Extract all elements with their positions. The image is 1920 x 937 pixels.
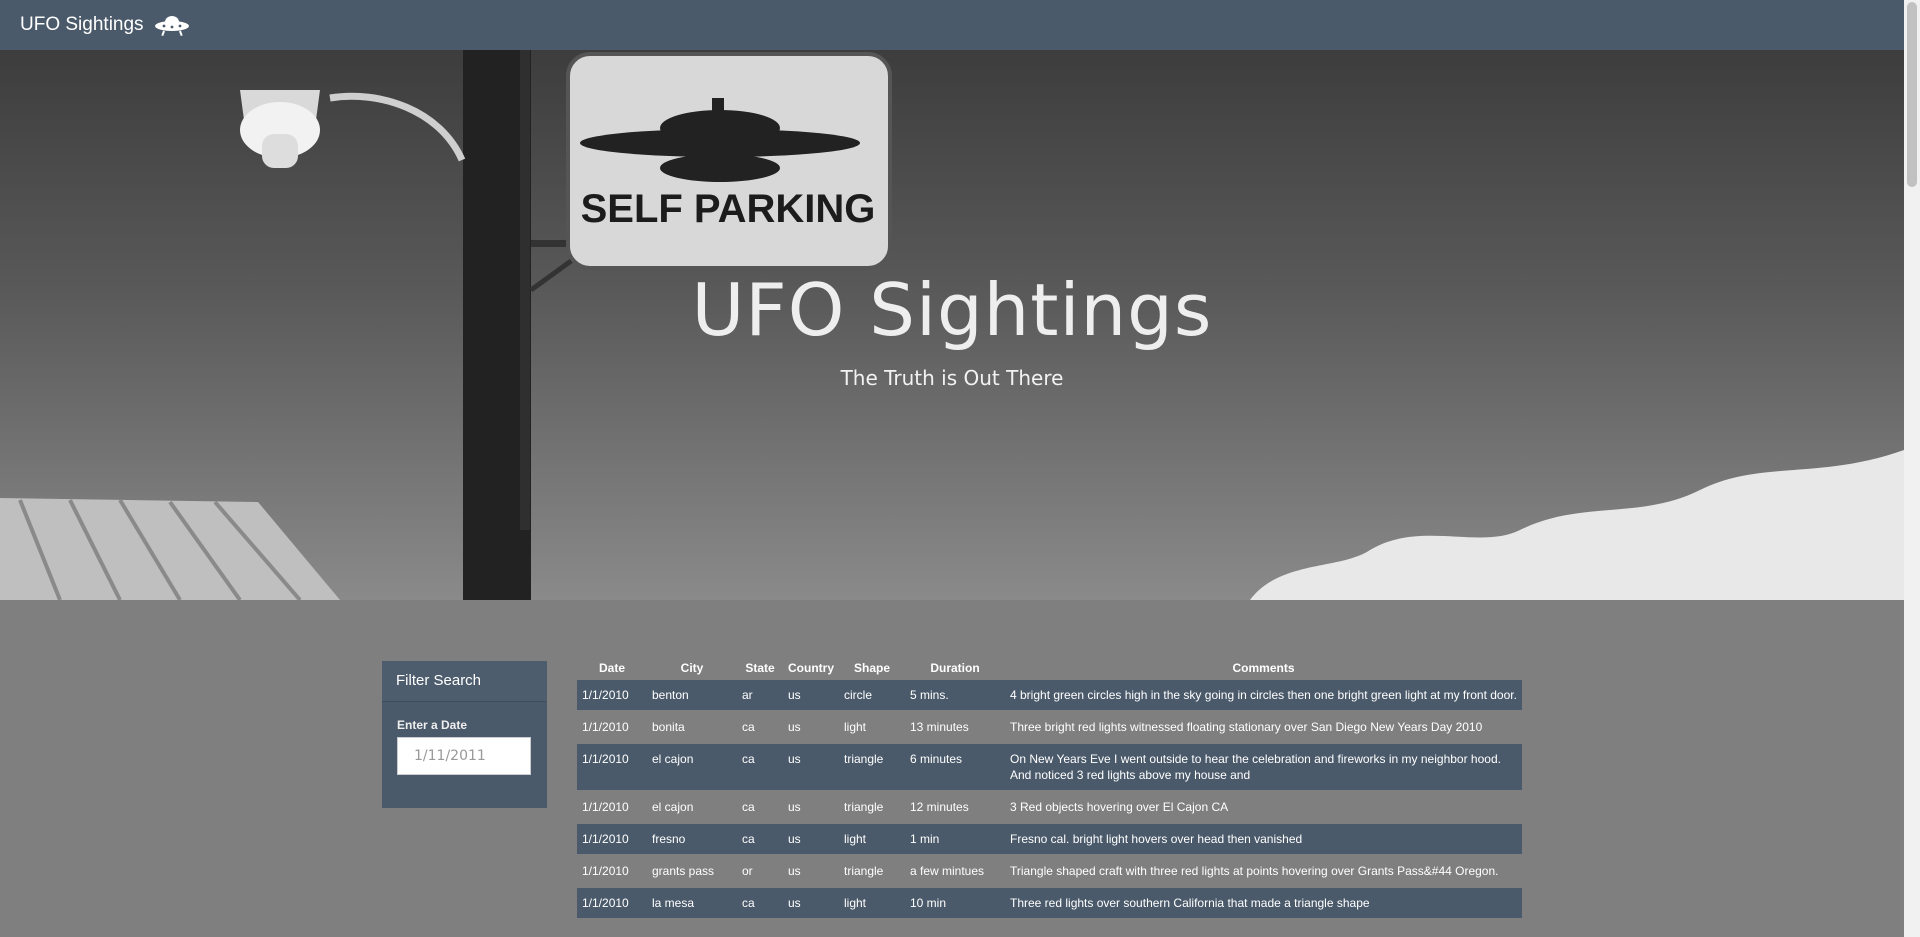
cell-comments: Fresno cal. bright light hovers over hea… (1010, 832, 1303, 846)
cell-comments: On New Years Eve I went outside to hear … (1010, 752, 1501, 782)
hero-title: UFO Sightings (691, 268, 1213, 352)
cell-duration: 6 minutes (910, 752, 963, 766)
table-row: 1/1/2010 el cajon ca us triangle 6 minutes On … (577, 743, 1522, 791)
cell-country: us (788, 688, 801, 702)
col-header-country: Country (788, 661, 834, 675)
cell-date: 1/1/2010 (582, 800, 629, 814)
cell-duration: 13 minutes (910, 720, 969, 734)
cell-date: 1/1/2010 (582, 832, 629, 846)
cell-date: 1/1/2010 (582, 720, 629, 734)
cell-state: ar (742, 688, 753, 702)
cell-shape: light (844, 720, 867, 734)
date-input[interactable] (397, 737, 531, 775)
cell-date: 1/1/2010 (582, 864, 629, 878)
cell-city: benton (652, 688, 689, 702)
cell-city: el cajon (652, 752, 694, 766)
cell-country: us (788, 720, 801, 734)
col-header-shape: Shape (853, 661, 890, 675)
cell-comments: 3 Red objects hovering over El Cajon CA (1010, 800, 1229, 814)
table-row: 1/1/2010 la mesa ca us light 10 min Three red … (577, 887, 1522, 919)
cell-duration: 10 min (910, 896, 947, 910)
col-header-duration: Duration (930, 661, 980, 675)
page-scrollbar[interactable] (1904, 0, 1920, 937)
cell-shape: circle (844, 688, 873, 702)
col-header-state: State (745, 661, 775, 675)
brand-title: UFO Sightings (20, 14, 144, 35)
cell-city: grants pass (652, 864, 715, 878)
date-label: Enter a Date (397, 718, 468, 732)
cell-comments: Triangle shaped craft with three red lig… (1010, 864, 1499, 878)
cell-date: 1/1/2010 (582, 752, 629, 766)
col-header-city: City (680, 661, 704, 675)
ufo-icon (154, 13, 190, 37)
cell-state: ca (742, 752, 755, 766)
cell-shape: triangle (844, 800, 884, 814)
table-body: 1/1/2010 benton ar us circle 5 mins. 4 bright … (577, 680, 1522, 919)
cell-state: ca (742, 832, 755, 846)
cell-duration: 1 min (910, 832, 940, 846)
cell-shape: light (844, 896, 867, 910)
hero-banner: SELF PARKING UFO Sightings The Truth is … (0, 50, 1904, 600)
hero-subtitle: The Truth is Out There (840, 366, 1064, 390)
brand-link[interactable]: UFO Sightings (20, 0, 190, 50)
table-row: 1/1/2010 grants pass or us triangle a few min… (577, 855, 1522, 887)
table-row: 1/1/2010 bonita ca us light 13 minutes Three b… (577, 711, 1522, 743)
cell-state: ca (742, 800, 755, 814)
col-header-date: Date (598, 661, 625, 675)
cell-comments: 4 bright green circles high in the sky g… (1010, 688, 1517, 702)
cell-date: 1/1/2010 (582, 688, 629, 702)
cell-state: or (742, 864, 753, 878)
cell-country: us (788, 800, 801, 814)
cell-city: el cajon (652, 800, 694, 814)
cell-city: bonita (652, 720, 685, 734)
filter-panel: Filter Search Enter a Date (382, 661, 547, 808)
cell-state: ca (742, 720, 755, 734)
table-row: 1/1/2010 fresno ca us light 1 min Fresno cal. … (577, 823, 1522, 855)
cell-country: us (788, 896, 801, 910)
cell-city: la mesa (652, 896, 695, 910)
table-row: 1/1/2010 benton ar us circle 5 mins. 4 bright … (577, 680, 1522, 711)
cell-city: fresno (652, 832, 686, 846)
cell-shape: triangle (844, 864, 884, 878)
cell-country: us (788, 864, 801, 878)
cell-duration: a few mintues (910, 864, 985, 878)
cell-comments: Three bright red lights witnessed floati… (1010, 720, 1483, 734)
cell-date: 1/1/2010 (582, 896, 629, 910)
cell-duration: 12 minutes (910, 800, 969, 814)
sign-text: SELF PARKING (581, 187, 876, 231)
cell-comments: Three red lights over southern Californi… (1010, 896, 1370, 910)
table-header-row: Date City State Country Shape Duration C… (577, 656, 1522, 680)
filter-heading: Filter Search (382, 661, 547, 702)
cell-duration: 5 mins. (910, 688, 949, 702)
cell-shape: triangle (844, 752, 884, 766)
cell-country: us (788, 752, 801, 766)
cell-country: us (788, 832, 801, 846)
cell-shape: light (844, 832, 867, 846)
col-header-comments: Comments (1232, 661, 1295, 675)
cell-state: ca (742, 896, 755, 910)
table-row: 1/1/2010 el cajon ca us triangle 12 minutes 3 … (577, 791, 1522, 823)
sightings-table: Date City State Country Shape Duration C… (577, 656, 1522, 920)
navbar: UFO Sightings (0, 0, 1904, 50)
scrollbar-thumb[interactable] (1907, 2, 1917, 187)
sightings-table-container: Date City State Country Shape Duration C… (577, 656, 1522, 920)
